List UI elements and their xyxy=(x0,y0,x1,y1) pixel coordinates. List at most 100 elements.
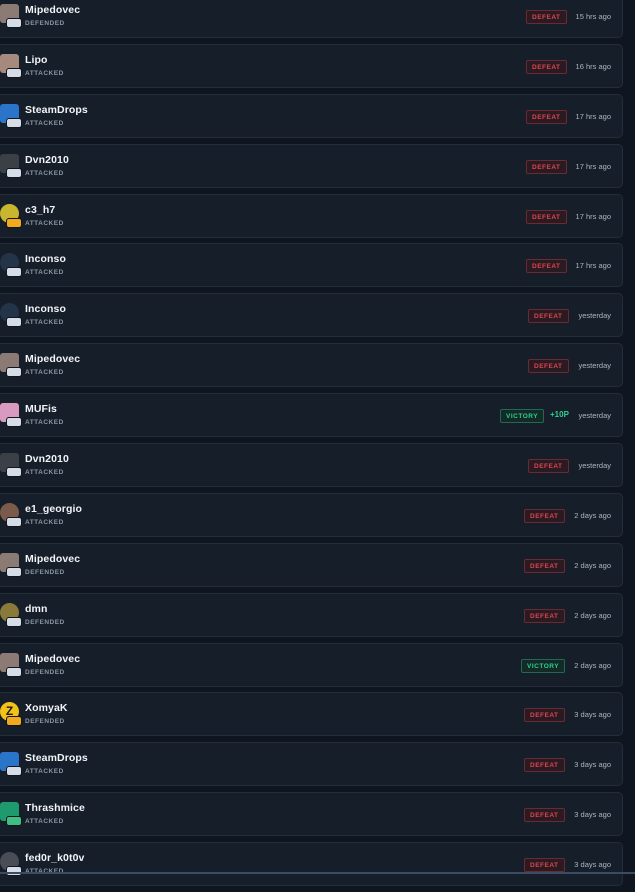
match-row[interactable]: Mipedovec DEFENDED 2 days ago VICTORY xyxy=(0,642,623,687)
level-badge-icon xyxy=(6,616,22,627)
match-row[interactable]: Mipedovec DEFENDED 2 days ago DEFEAT xyxy=(0,542,623,587)
match-row[interactable]: c3_h7 ATTACKED 17 hrs ago DEFEAT xyxy=(0,193,623,238)
result-badge: DEFEAT xyxy=(526,159,567,174)
level-badge-icon xyxy=(6,417,22,428)
match-time: 16 hrs ago xyxy=(575,61,611,71)
level-badge-icon xyxy=(6,367,22,378)
avatar[interactable] xyxy=(0,602,22,627)
match-row[interactable]: Lipo ATTACKED 16 hrs ago DEFEAT xyxy=(0,43,623,88)
player-name[interactable]: Mipedovec xyxy=(25,353,80,365)
player-name[interactable]: Mipedovec xyxy=(25,553,80,565)
battle-role: ATTACKED xyxy=(25,419,64,427)
player-name[interactable]: SteamDrops xyxy=(25,104,88,116)
avatar[interactable] xyxy=(0,53,22,78)
player-name[interactable]: Lipo xyxy=(25,54,48,66)
level-badge-icon xyxy=(6,566,22,577)
result-badge: DEFEAT xyxy=(524,858,565,873)
battle-role: DEFENDED xyxy=(25,568,65,576)
result-badge: DEFEAT xyxy=(528,459,569,474)
match-time: 17 hrs ago xyxy=(575,211,611,221)
player-name[interactable]: dmn xyxy=(25,603,47,615)
match-time: 2 days ago xyxy=(574,660,611,670)
avatar[interactable] xyxy=(0,253,22,278)
match-time: 15 hrs ago xyxy=(575,12,611,21)
battle-role: ATTACKED xyxy=(25,69,64,77)
match-row[interactable]: SteamDrops ATTACKED 3 days ago DEFEAT xyxy=(0,742,623,787)
avatar[interactable]: Z xyxy=(0,702,22,727)
match-time: 17 hrs ago xyxy=(575,261,611,271)
player-name[interactable]: Dvn2010 xyxy=(25,154,69,166)
match-row[interactable]: Z XomyaK DEFENDED 3 days ago DEFEAT xyxy=(0,692,623,737)
match-history-list: Mipedovec DEFENDED 15 hrs ago DEFEAT Lipo ATT… xyxy=(0,0,623,892)
player-name[interactable]: Dvn2010 xyxy=(25,453,69,465)
level-badge-icon xyxy=(6,816,22,827)
avatar[interactable] xyxy=(0,203,22,228)
player-name[interactable]: XomyaK xyxy=(25,702,68,714)
level-badge-icon xyxy=(6,666,22,677)
avatar[interactable] xyxy=(0,103,22,128)
result-badge: DEFEAT xyxy=(526,59,567,74)
battle-role: DEFENDED xyxy=(25,618,65,626)
match-row[interactable]: Mipedovec DEFENDED 15 hrs ago DEFEAT xyxy=(0,0,623,38)
battle-role: ATTACKED xyxy=(25,269,64,277)
points-gain: +10P xyxy=(550,410,569,420)
player-name[interactable]: e1_georgio xyxy=(25,503,82,515)
match-row[interactable]: dmn DEFENDED 2 days ago DEFEAT xyxy=(0,592,623,637)
battle-role: ATTACKED xyxy=(25,369,64,377)
level-badge-icon xyxy=(6,267,22,278)
result-badge: DEFEAT xyxy=(524,558,565,573)
player-name[interactable]: MUFis xyxy=(25,403,57,415)
battle-role: DEFENDED xyxy=(25,20,65,27)
match-row[interactable]: Inconso ATTACKED 17 hrs ago DEFEAT xyxy=(0,243,623,288)
avatar[interactable] xyxy=(0,552,22,577)
avatar[interactable] xyxy=(0,652,22,677)
result-badge: DEFEAT xyxy=(526,259,567,274)
player-name[interactable]: Inconso xyxy=(25,303,66,315)
battle-role: ATTACKED xyxy=(25,818,64,826)
avatar[interactable] xyxy=(0,153,22,178)
player-name[interactable]: fed0r_k0t0v xyxy=(25,852,84,864)
match-row[interactable]: Inconso ATTACKED yesterday DEFEAT xyxy=(0,293,623,338)
avatar[interactable] xyxy=(0,453,22,478)
match-time: 17 hrs ago xyxy=(575,161,611,171)
match-time: yesterday xyxy=(578,311,611,321)
match-row[interactable]: fed0r_k0t0vATTACKED3 days agoDEFEAT xyxy=(0,842,623,887)
avatar[interactable] xyxy=(0,852,22,877)
match-row[interactable]: MUFis ATTACKED yesterday VICTORY +10P xyxy=(0,393,623,438)
battle-role: ATTACKED xyxy=(25,469,64,477)
player-name[interactable]: Thrashmice xyxy=(25,802,85,814)
match-row[interactable]: e1_georgio ATTACKED 2 days ago DEFEAT xyxy=(0,492,623,537)
avatar[interactable] xyxy=(0,802,22,827)
player-name[interactable]: c3_h7 xyxy=(25,204,55,216)
player-name[interactable]: Inconso xyxy=(25,253,66,265)
avatar[interactable] xyxy=(0,303,22,328)
avatar[interactable] xyxy=(0,4,22,28)
match-row[interactable]: Dvn2010 ATTACKED 17 hrs ago DEFEAT xyxy=(0,143,623,188)
battle-role: DEFENDED xyxy=(25,668,65,676)
player-name[interactable]: SteamDrops xyxy=(25,752,88,764)
result-badge: DEFEAT xyxy=(528,359,569,374)
level-badge-icon xyxy=(6,217,22,228)
match-row[interactable]: SteamDrops ATTACKED 17 hrs ago DEFEAT xyxy=(0,93,623,138)
result-badge: VICTORY xyxy=(500,409,545,424)
result-badge: DEFEAT xyxy=(524,508,565,523)
result-badge: DEFEAT xyxy=(526,109,567,124)
match-time: 3 days ago xyxy=(574,810,611,820)
avatar[interactable] xyxy=(0,353,22,378)
level-badge-icon xyxy=(6,716,22,727)
match-row[interactable]: Mipedovec ATTACKED yesterday DEFEAT xyxy=(0,343,623,388)
avatar[interactable] xyxy=(0,502,22,527)
match-row[interactable]: Dvn2010 ATTACKED yesterday DEFEAT xyxy=(0,443,623,488)
match-time: yesterday xyxy=(578,411,611,421)
avatar[interactable] xyxy=(0,752,22,777)
player-name[interactable]: Mipedovec xyxy=(25,4,80,16)
match-row[interactable]: Thrashmice ATTACKED 3 days ago DEFEAT xyxy=(0,792,623,837)
player-name[interactable]: Mipedovec xyxy=(25,653,80,665)
battle-role: ATTACKED xyxy=(25,169,64,177)
result-badge: DEFEAT xyxy=(524,708,565,723)
level-badge-icon xyxy=(6,18,22,28)
avatar[interactable] xyxy=(0,403,22,428)
level-badge-icon xyxy=(6,167,22,178)
battle-role: ATTACKED xyxy=(25,319,64,327)
level-badge-icon xyxy=(6,117,22,128)
